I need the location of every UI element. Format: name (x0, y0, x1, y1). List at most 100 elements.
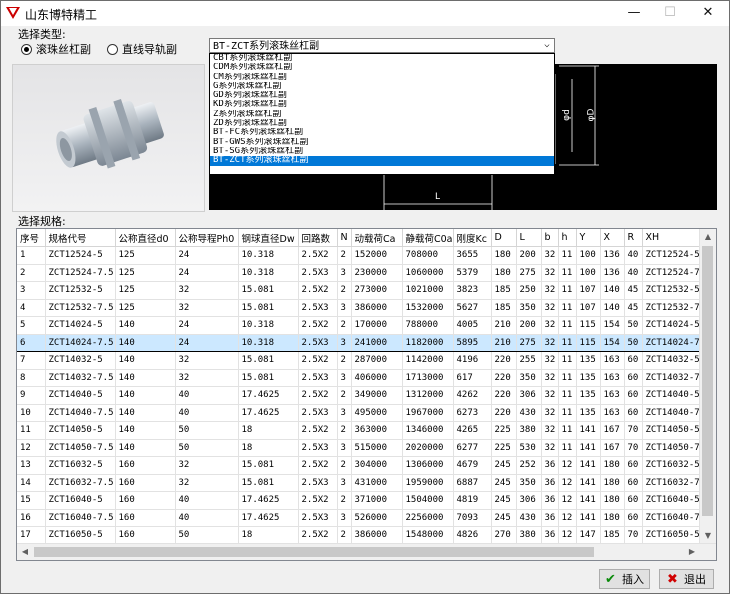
table-row[interactable]: 12 ZCT14050-7.5 140 50 18 2.5X3 3 515000 2020000… (17, 439, 712, 457)
table-row[interactable]: 4 ZCT12532-7.5 125 32 15.081 2.5X3 3 386000 1532… (17, 299, 712, 317)
table-cell: 245 (491, 509, 517, 527)
table-row[interactable]: 16 ZCT16040-7.5 160 40 17.4625 2.5X3 3 526000 22… (17, 509, 712, 527)
column-header[interactable]: h (558, 229, 577, 247)
table-header-row: 序号 规格代号 公称直径d0 公称导程Ph0 钢球直径Dw 回路数 N 动载荷Ca 静载荷C0a… (17, 229, 712, 247)
table-cell: 2020000 (402, 439, 454, 457)
table-cell: 16 (17, 509, 46, 527)
scroll-left-icon[interactable]: ◀ (17, 544, 33, 560)
series-option[interactable]: BT-SG系列滚珠丝杠副 (210, 147, 554, 156)
horizontal-scroll-thumb[interactable] (34, 547, 594, 557)
column-header[interactable]: N (337, 229, 352, 247)
app-logo-icon (6, 7, 20, 19)
insert-button[interactable]: ✔ 插入 (599, 569, 650, 589)
column-header[interactable]: 公称导程Ph0 (175, 229, 239, 247)
table-row[interactable]: 15 ZCT16040-5 160 40 17.4625 2.5X2 2 371000 1504… (17, 491, 712, 510)
table-cell: 36 (541, 509, 559, 527)
series-option[interactable]: ZD系列滚珠丝杠副 (210, 119, 554, 128)
table-cell: 1 (17, 246, 46, 265)
series-option[interactable]: Z系列滚珠丝杠副 (210, 110, 554, 119)
table-cell: 11 (558, 439, 577, 457)
radio-ballscrew[interactable]: 滚珠丝杠副 (21, 41, 91, 57)
scroll-up-icon[interactable]: ▲ (700, 229, 716, 245)
column-header[interactable]: 规格代号 (45, 229, 116, 247)
table-cell: 13 (17, 456, 46, 475)
series-option[interactable]: GD系列滚珠丝杠副 (210, 91, 554, 100)
table-cell: 3 (337, 439, 352, 457)
table-row[interactable]: 7 ZCT14032-5 140 32 15.081 2.5X2 2 287000 114200… (17, 351, 712, 370)
series-combobox[interactable]: BT-ZCT系列滚珠丝杠副 ⌵ (209, 38, 555, 53)
table-row[interactable]: 5 ZCT14024-5 140 24 10.318 2.5X2 2 170000 788000… (17, 316, 712, 335)
scroll-right-icon[interactable]: ▶ (684, 544, 700, 560)
table-cell: 7 (17, 351, 46, 370)
column-header[interactable]: Y (576, 229, 601, 247)
table-cell: 3 (337, 333, 352, 352)
table-cell: ZCT14032-7.5 (45, 369, 116, 387)
table-row[interactable]: 17 ZCT16050-5 160 50 18 2.5X2 2 386000 1548000 48… (17, 526, 712, 545)
table-cell: ZCT14032-5 (45, 351, 116, 370)
radio-linear-guide[interactable]: 直线导轨副 (107, 41, 177, 57)
vertical-scroll-thumb[interactable] (702, 246, 713, 516)
table-cell: 304000 (351, 456, 403, 475)
series-option[interactable]: BT-GWS系列滚珠丝杠副 (210, 138, 554, 147)
column-header[interactable]: L (516, 229, 542, 247)
table-row[interactable]: 9 ZCT14040-5 140 40 17.4625 2.5X2 2 349000 13120… (17, 386, 712, 405)
minimize-button[interactable]: — (617, 1, 651, 26)
table-cell: 2 (17, 264, 46, 282)
table-cell: 167 (600, 439, 625, 457)
column-header[interactable]: b (541, 229, 559, 247)
table-cell: ZCT14050-5 (45, 421, 116, 440)
table-cell: 371000 (351, 491, 403, 510)
exit-button[interactable]: ✖ 退出 (659, 569, 714, 589)
dim-d-label: φd (561, 109, 572, 121)
table-cell: 210 (491, 316, 517, 335)
maximize-button[interactable]: ☐ (653, 1, 687, 26)
series-option[interactable]: KD系列滚珠丝杠副 (210, 100, 554, 109)
table-cell: 185 (600, 526, 625, 545)
spec-table-grid: 序号 规格代号 公称直径d0 公称导程Ph0 钢球直径Dw 回路数 N 动载荷Ca 静载荷C0a… (16, 228, 717, 561)
close-button[interactable]: ✕ (691, 1, 725, 26)
table-cell: 220 (491, 351, 517, 370)
table-cell: 1532000 (402, 299, 454, 317)
series-option[interactable]: CM系列滚珠丝杠副 (210, 73, 554, 82)
series-option[interactable]: BT-FC系列滚珠丝杠副 (210, 128, 554, 137)
table-cell: 15.081 (238, 281, 299, 300)
table-row[interactable]: 14 ZCT16032-7.5 160 32 15.081 2.5X3 3 431000 195… (17, 474, 712, 492)
scroll-down-icon[interactable]: ▼ (700, 528, 716, 544)
table-row[interactable]: 8 ZCT14032-7.5 140 32 15.081 2.5X3 3 406000 1713… (17, 369, 712, 387)
table-row[interactable]: 10 ZCT14040-7.5 140 40 17.4625 2.5X3 3 495000 19… (17, 404, 712, 422)
table-row[interactable]: 3 ZCT12532-5 125 32 15.081 2.5X2 2 273000 102100… (17, 281, 712, 300)
table-row-selected[interactable]: 6 ZCT14024-7.5 140 24 10.318 2.5X3 3 241000 1182… (17, 333, 712, 352)
table-cell: 10.318 (238, 316, 299, 335)
column-header[interactable]: 动载荷Ca (351, 229, 403, 247)
column-header[interactable]: 刚度Kc (453, 229, 492, 247)
table-row[interactable]: 1 ZCT12524-5 125 24 10.318 2.5X2 2 152000 708000… (17, 246, 712, 265)
column-header[interactable]: 序号 (17, 229, 46, 247)
table-row[interactable]: 2 ZCT12524-7.5 125 24 10.318 2.5X3 3 230000 1060… (17, 264, 712, 282)
table-cell: 11 (558, 351, 577, 370)
table-cell: 431000 (351, 474, 403, 492)
column-header[interactable]: 钢球直径Dw (238, 229, 299, 247)
table-cell: 7093 (453, 509, 492, 527)
table-cell: 10.318 (238, 264, 299, 282)
column-header[interactable]: 静载荷C0a (402, 229, 454, 247)
table-cell: 241000 (351, 333, 403, 352)
table-cell: 2.5X2 (298, 526, 338, 545)
column-header[interactable]: X (600, 229, 625, 247)
column-header[interactable]: D (491, 229, 517, 247)
column-header[interactable]: 公称直径d0 (115, 229, 176, 247)
chevron-down-icon[interactable]: ⌵ (540, 39, 554, 52)
table-row[interactable]: 11 ZCT14050-5 140 50 18 2.5X2 2 363000 1346000 42… (17, 421, 712, 440)
series-option-selected[interactable]: BT-ZCT系列滚珠丝杠副 (210, 156, 554, 166)
horizontal-scrollbar[interactable]: ◀ ▶ (17, 543, 716, 560)
vertical-scrollbar[interactable]: ▲ ▼ (699, 229, 716, 544)
table-cell: 15 (17, 491, 46, 510)
table-cell: 495000 (351, 404, 403, 422)
series-option[interactable]: G系列滚珠丝杠副 (210, 82, 554, 91)
series-option[interactable]: CDM系列滚珠丝杠副 (210, 63, 554, 72)
series-option[interactable]: CBT系列滚珠丝杠副 (210, 54, 554, 63)
table-cell: 180 (600, 474, 625, 492)
table-row[interactable]: 13 ZCT16032-5 160 32 15.081 2.5X2 2 304000 13060… (17, 456, 712, 475)
column-header[interactable]: 回路数 (298, 229, 338, 247)
column-header[interactable]: R (624, 229, 643, 247)
table-cell: 15.081 (238, 299, 299, 317)
